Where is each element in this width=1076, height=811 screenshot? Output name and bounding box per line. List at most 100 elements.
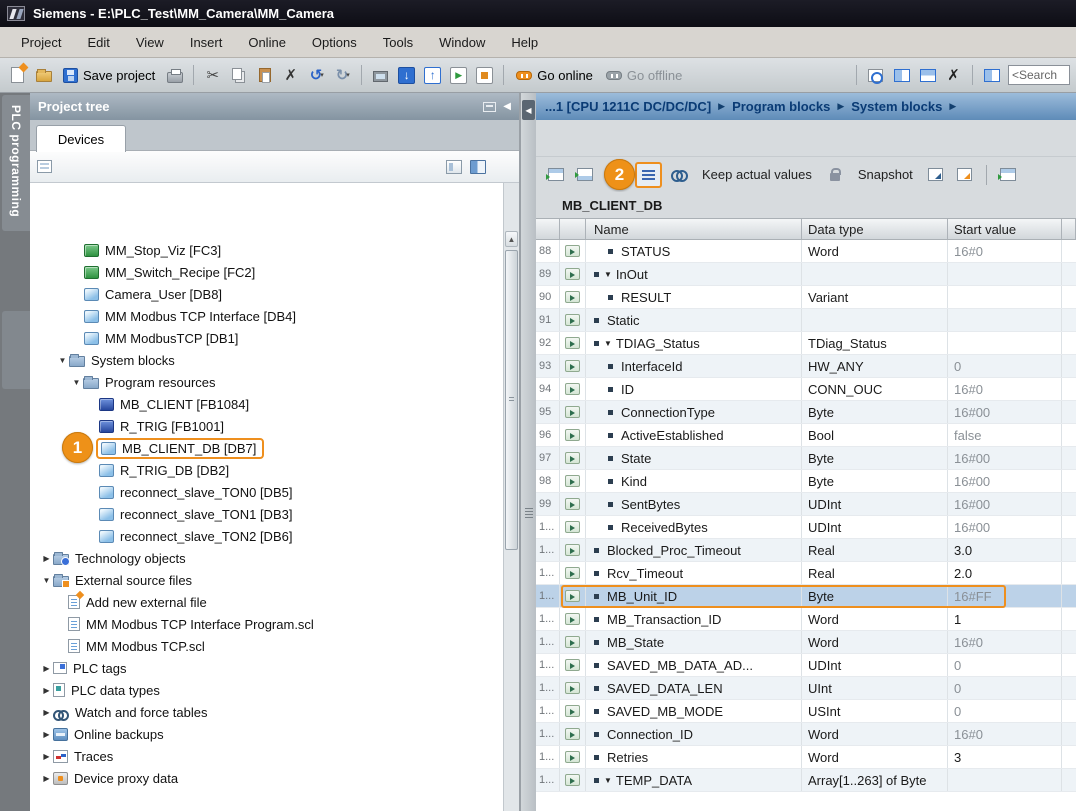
panel-splitter[interactable]: ◀ xyxy=(520,93,536,811)
table-row-id[interactable]: 94IDCONN_OUC16#0 xyxy=(536,378,1076,401)
delete-icon[interactable]: ✗ xyxy=(279,64,302,87)
menu-tools[interactable]: Tools xyxy=(372,32,424,53)
table-row-kind[interactable]: 98KindByte16#00 xyxy=(536,470,1076,493)
close-editor-icon[interactable]: ✗ xyxy=(942,64,965,87)
tree-item-plc-data-types[interactable]: ▶PLC data types xyxy=(36,679,503,701)
tree-item-camera-user-db8[interactable]: Camera_User [DB8] xyxy=(36,283,503,305)
tree-item-reconnect-slave-ton1-db3[interactable]: reconnect_slave_TON1 [DB3] xyxy=(36,503,503,525)
copy-snapshot-icon[interactable] xyxy=(924,163,948,187)
cut-icon[interactable]: ✂ xyxy=(201,64,224,87)
tree-item-plc-tags[interactable]: ▶PLC tags xyxy=(36,657,503,679)
print-icon[interactable] xyxy=(163,64,186,87)
grid-view-icon[interactable] xyxy=(37,160,52,173)
tree-item-watch-and-force-tables[interactable]: ▶Watch and force tables xyxy=(36,701,503,723)
tree-item-mb-client-db-db7[interactable]: 1MB_CLIENT_DB [DB7] xyxy=(36,437,503,459)
collapse-arrow-icon[interactable]: ▼ xyxy=(604,339,612,348)
collapse-arrow-icon[interactable]: ▼ xyxy=(56,356,69,365)
collapse-arrow-icon[interactable]: ▼ xyxy=(604,776,612,785)
tree-item-add-new-external-file[interactable]: Add new external file xyxy=(36,591,503,613)
save-project-button[interactable]: Save project xyxy=(58,66,160,85)
splitter-grip[interactable] xyxy=(525,508,533,518)
tree-item-online-backups[interactable]: ▶Online backups xyxy=(36,723,503,745)
open-project-icon[interactable] xyxy=(32,64,55,87)
details-view-icon[interactable] xyxy=(446,160,462,174)
tab-devices[interactable]: Devices xyxy=(36,125,126,152)
table-row-static[interactable]: 91Static xyxy=(536,309,1076,332)
collapsed-tab[interactable] xyxy=(2,311,30,389)
go-offline-button[interactable]: Go offline xyxy=(601,66,687,85)
menu-project[interactable]: Project xyxy=(10,32,72,53)
table-row-connectiontype[interactable]: 95ConnectionTypeByte16#00 xyxy=(536,401,1076,424)
window-split-vertical-icon[interactable] xyxy=(890,64,913,87)
copy-icon[interactable] xyxy=(227,64,250,87)
expanded-mode-icon[interactable] xyxy=(635,162,662,188)
collapse-left-icon[interactable]: ◀ xyxy=(522,100,535,120)
start-cpu-icon[interactable]: ▶ xyxy=(447,64,470,87)
expand-arrow-icon[interactable]: ▶ xyxy=(40,686,53,695)
tree-item-traces[interactable]: ▶Traces xyxy=(36,745,503,767)
table-row-state[interactable]: 97StateByte16#00 xyxy=(536,447,1076,470)
expand-arrow-icon[interactable]: ▶ xyxy=(40,752,53,761)
expand-arrow-icon[interactable]: ▶ xyxy=(40,774,53,783)
scrollbar-thumb[interactable] xyxy=(505,250,518,550)
tree-scrollbar[interactable]: ▲ xyxy=(503,183,519,811)
keep-actual-values-button[interactable]: Keep actual values xyxy=(702,167,812,182)
menu-insert[interactable]: Insert xyxy=(179,32,234,53)
table-row-mb-state[interactable]: 1...MB_StateWord16#0 xyxy=(536,631,1076,654)
collapse-arrow-icon[interactable]: ▼ xyxy=(40,576,53,585)
table-row-connection-id[interactable]: 1...Connection_IDWord16#0 xyxy=(536,723,1076,746)
menu-window[interactable]: Window xyxy=(428,32,496,53)
search-input[interactable]: <Search xyxy=(1008,65,1070,85)
menu-online[interactable]: Online xyxy=(237,32,297,53)
collapse-panel-icon[interactable]: ◀ xyxy=(503,101,511,112)
tree-item-mm-modbus-tcp-scl[interactable]: MM Modbus TCP.scl xyxy=(36,635,503,657)
table-row-saved-mb-data-ad[interactable]: 1...SAVED_MB_DATA_AD...UDInt0 xyxy=(536,654,1076,677)
tree-item-reconnect-slave-ton2-db6[interactable]: reconnect_slave_TON2 [DB6] xyxy=(36,525,503,547)
table-row-blocked-proc-timeout[interactable]: 1...Blocked_Proc_TimeoutReal3.0 xyxy=(536,539,1076,562)
header-name[interactable]: Name xyxy=(586,219,802,239)
upload-from-device-icon[interactable]: ↑ xyxy=(421,64,444,87)
cross-reference-icon[interactable] xyxy=(864,64,887,87)
redo-button[interactable]: ↻▾ xyxy=(331,64,354,87)
table-row-result[interactable]: 90RESULTVariant xyxy=(536,286,1076,309)
download-to-device-icon[interactable]: ↓ xyxy=(395,64,418,87)
undo-button[interactable]: ↺▾ xyxy=(305,64,328,87)
expand-arrow-icon[interactable]: ▶ xyxy=(40,730,53,739)
table-row-mb-transaction-id[interactable]: 1...MB_Transaction_IDWord1 xyxy=(536,608,1076,631)
auto-collapse-icon[interactable] xyxy=(483,102,496,112)
menu-options[interactable]: Options xyxy=(301,32,368,53)
tree-item-mm-stop-viz-fc3[interactable]: MM_Stop_Viz [FC3] xyxy=(36,239,503,261)
tree-item-program-resources[interactable]: ▼Program resources xyxy=(36,371,503,393)
tree-item-mm-switch-recipe-fc2[interactable]: MM_Switch_Recipe [FC2] xyxy=(36,261,503,283)
go-online-button[interactable]: Go online xyxy=(511,66,598,85)
table-row-mb-unit-id[interactable]: 1...MB_Unit_IDByte16#FF xyxy=(536,585,1076,608)
table-row-status[interactable]: 88STATUSWord16#0 xyxy=(536,240,1076,263)
breadcrumb-item-2[interactable]: Program blocks xyxy=(732,99,830,114)
table-row-inout[interactable]: 89▼InOut xyxy=(536,263,1076,286)
tree-item-mm-modbus-tcp-interface-db4[interactable]: MM Modbus TCP Interface [DB4] xyxy=(36,305,503,327)
menu-view[interactable]: View xyxy=(125,32,175,53)
header-start-value[interactable]: Start value xyxy=(948,219,1062,239)
table-row-interfaceid[interactable]: 93InterfaceIdHW_ANY0 xyxy=(536,355,1076,378)
breadcrumb-item-3[interactable]: System blocks xyxy=(851,99,942,114)
table-row-receivedbytes[interactable]: 1...ReceivedBytesUDInt16#00 xyxy=(536,516,1076,539)
table-row-sentbytes[interactable]: 99SentBytesUDInt16#00 xyxy=(536,493,1076,516)
table-row-saved-mb-mode[interactable]: 1...SAVED_MB_MODEUSInt0 xyxy=(536,700,1076,723)
tree-item-system-blocks[interactable]: ▼System blocks xyxy=(36,349,503,371)
table-row-retries[interactable]: 1...RetriesWord3 xyxy=(536,746,1076,769)
window-split-horizontal-icon[interactable] xyxy=(916,64,939,87)
expand-arrow-icon[interactable]: ▶ xyxy=(40,664,53,673)
tree-item-mm-modbustcp-db1[interactable]: MM ModbusTCP [DB1] xyxy=(36,327,503,349)
monitor-all-icon[interactable] xyxy=(667,163,691,187)
table-row-rcv-timeout[interactable]: 1...Rcv_TimeoutReal2.0 xyxy=(536,562,1076,585)
layout-left-icon[interactable] xyxy=(980,64,1003,87)
tree-item-r-trig-fb1001[interactable]: R_TRIG [FB1001] xyxy=(36,415,503,437)
apply-snapshot-icon[interactable] xyxy=(953,163,977,187)
blue-book-icon[interactable] xyxy=(470,160,486,174)
tree-item-external-source-files[interactable]: ▼External source files xyxy=(36,569,503,591)
tree-item-mm-modbus-tcp-interface-program-scl[interactable]: MM Modbus TCP Interface Program.scl xyxy=(36,613,503,635)
tree-item-device-proxy-data[interactable]: ▶Device proxy data xyxy=(36,767,503,789)
insert-row-icon[interactable] xyxy=(544,163,568,187)
breadcrumb-item-1[interactable]: ...1 [CPU 1211C DC/DC/DC] xyxy=(545,99,711,114)
tree-item-technology-objects[interactable]: ▶Technology objects xyxy=(36,547,503,569)
